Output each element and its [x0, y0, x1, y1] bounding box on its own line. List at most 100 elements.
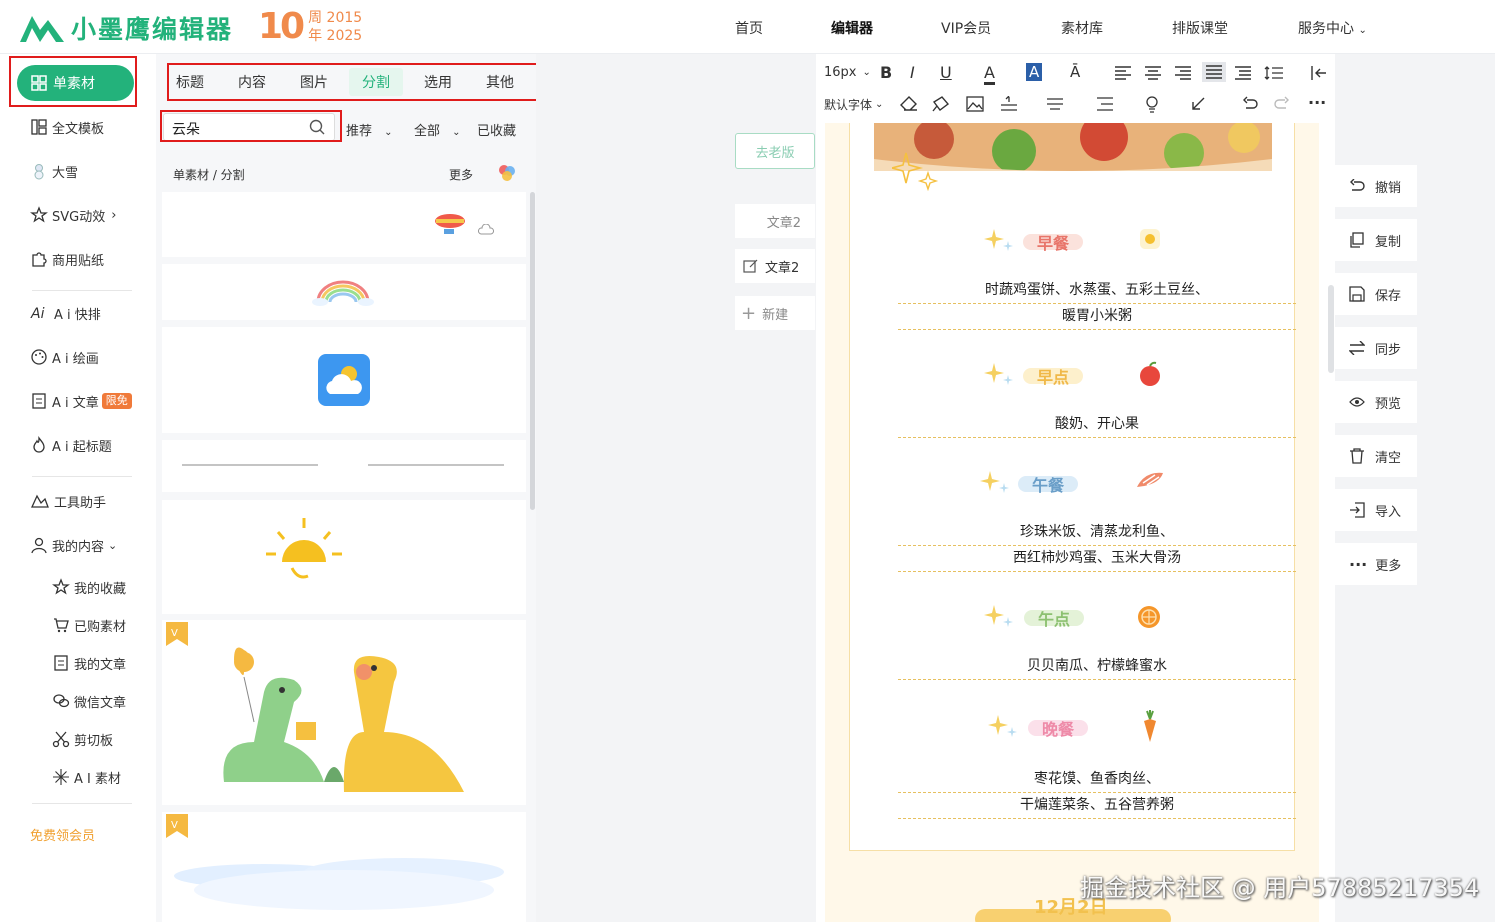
save-button[interactable]: 保存	[1335, 273, 1417, 315]
material-card-airship[interactable]	[162, 192, 526, 257]
undo-icon[interactable]	[1242, 96, 1258, 112]
exit-icon[interactable]	[1310, 64, 1328, 82]
sidebar-item-my-content[interactable]: 我的内容 ⌄	[30, 535, 117, 555]
chevron-down-icon: ⌄	[875, 99, 884, 110]
preview-button[interactable]: 预览	[1335, 381, 1417, 423]
doc-item[interactable]: 文章2	[735, 204, 815, 238]
clear-button[interactable]: 清空	[1335, 435, 1417, 477]
align-right-icon[interactable]	[1174, 66, 1192, 80]
sidebar-item-favorites[interactable]: 我的收藏	[52, 577, 126, 597]
sidebar-item-ai-draw[interactable]: A i 绘画	[30, 347, 99, 367]
italic-icon[interactable]: I	[910, 63, 915, 82]
salmon-icon	[1137, 472, 1163, 487]
sidebar-item-label: A i 起标题	[52, 439, 112, 455]
search-input[interactable]: 云朵	[163, 113, 335, 141]
highlight-color-icon[interactable]: A	[1026, 63, 1043, 81]
align-justify-icon[interactable]	[1202, 62, 1226, 82]
search-icon[interactable]	[308, 118, 326, 136]
sidebar-item-templates[interactable]: 全文模板	[30, 117, 104, 137]
spacing-icon[interactable]	[1000, 96, 1018, 112]
sidebar-item-snow[interactable]: 大雪	[30, 161, 78, 181]
list-icon[interactable]	[1096, 96, 1114, 112]
filter-recommend[interactable]: 推荐 ⌄	[346, 120, 393, 139]
nav-materials[interactable]: 素材库	[1061, 18, 1103, 38]
font-family-select[interactable]: 默认字体 ⌄	[824, 96, 883, 113]
material-card-rainbow[interactable]	[162, 264, 526, 320]
bold-icon[interactable]: B	[880, 63, 892, 82]
sidebar-item-stickers[interactable]: 商用贴纸	[30, 249, 104, 269]
sidebar-item-wechat[interactable]: 微信文章	[52, 691, 126, 711]
sync-icon	[1349, 341, 1365, 355]
material-card-weather[interactable]	[162, 327, 526, 433]
menu-paper: 早餐 时蔬鸡蛋饼、水蒸蛋、五彩土豆丝、 暖胃小米粥 早点 酸奶、开心果 午餐 珍…	[849, 123, 1296, 851]
sync-button[interactable]: 同步	[1335, 327, 1417, 369]
meal-title: 早点	[1036, 368, 1069, 387]
sidebar-item-svg[interactable]: SVG动效 ›	[30, 205, 116, 225]
sidebar-item-ai-layout[interactable]: Ai A i 快排	[30, 303, 101, 323]
nav-courses[interactable]: 排版课堂	[1172, 18, 1228, 38]
doc-item-current[interactable]: 文章2	[735, 249, 815, 283]
filter-favorited[interactable]: 已收藏	[477, 120, 516, 139]
moon-divider-icon	[182, 457, 504, 473]
panel-scrollbar[interactable]	[530, 192, 535, 510]
more-options-icon[interactable]: ···	[1308, 93, 1326, 112]
material-card-clouds[interactable]: V	[162, 812, 526, 922]
more-link[interactable]: 更多	[449, 166, 473, 183]
material-card-moon-divider[interactable]	[162, 440, 526, 492]
underline-icon[interactable]: U	[940, 63, 952, 82]
sidebar-item-clipboard[interactable]: 剪切板	[52, 729, 113, 749]
copy-button[interactable]: 复制	[1335, 219, 1417, 261]
arrow-icon[interactable]	[1190, 96, 1206, 112]
tab-divider[interactable]: 分割	[362, 72, 390, 92]
filter-all[interactable]: 全部 ⌄	[414, 120, 461, 139]
sidebar-item-ai-title[interactable]: A i 起标题	[30, 435, 112, 455]
tab-content[interactable]: 内容	[238, 72, 266, 92]
vip-bookmark-icon: V	[166, 814, 188, 838]
free-vip-link[interactable]: 免费领会员	[30, 825, 95, 844]
align-center-icon[interactable]	[1144, 66, 1162, 80]
save-icon	[1349, 286, 1365, 302]
image-icon[interactable]	[966, 96, 984, 112]
meal-line: 枣花馍、鱼香肉丝、	[898, 768, 1296, 793]
sidebar-item-single-material[interactable]: 单素材	[17, 65, 134, 101]
sidebar-item-ai-material[interactable]: A I 素材	[52, 767, 121, 787]
sidebar-item-purchased[interactable]: 已购素材	[52, 615, 126, 635]
material-card-dinosaur[interactable]: V	[162, 620, 526, 805]
sidebar-item-label: A i 文章	[52, 395, 99, 411]
article-canvas[interactable]: 早餐 时蔬鸡蛋饼、水蒸蛋、五彩土豆丝、 暖胃小米粥 早点 酸奶、开心果 午餐 珍…	[825, 123, 1319, 922]
sidebar-item-ai-article[interactable]: A i 文章 限免	[30, 391, 132, 411]
old-version-button[interactable]: 去老版	[735, 133, 815, 169]
nav-editor[interactable]: 编辑器	[831, 18, 873, 38]
editor-scrollbar[interactable]	[1328, 285, 1334, 373]
sidebar-item-tools[interactable]: 工具助手	[30, 491, 106, 511]
tab-title[interactable]: 标题	[176, 72, 204, 92]
eraser-icon[interactable]	[900, 96, 918, 112]
document-list-area	[536, 54, 816, 922]
line-height-icon[interactable]	[1264, 65, 1284, 81]
sun-icon	[266, 518, 342, 579]
bulb-icon[interactable]	[1144, 95, 1160, 113]
redo-icon[interactable]	[1274, 96, 1290, 112]
tab-selected[interactable]: 选用	[424, 72, 452, 92]
more-button[interactable]: ··· 更多	[1335, 543, 1417, 585]
format-brush-icon[interactable]	[932, 96, 950, 112]
import-button[interactable]: 导入	[1335, 489, 1417, 531]
nav-home[interactable]: 首页	[735, 18, 763, 38]
tab-other[interactable]: 其他	[486, 72, 514, 92]
logo[interactable]: 小墨鹰编辑器	[18, 10, 233, 46]
nav-vip[interactable]: VIP会员	[941, 18, 991, 38]
divider	[32, 476, 132, 477]
material-card-sun[interactable]	[162, 500, 526, 614]
nav-service[interactable]: 服务中心 ⌄	[1298, 18, 1367, 38]
align-left-icon[interactable]	[1114, 66, 1132, 80]
tab-image[interactable]: 图片	[300, 72, 328, 92]
sidebar-item-my-articles[interactable]: 我的文章	[52, 653, 126, 673]
divider-line-icon[interactable]	[1046, 96, 1064, 112]
text-effect-icon[interactable]: Ā	[1070, 63, 1080, 81]
font-color-icon[interactable]: A	[984, 63, 995, 85]
new-doc-button[interactable]: + 新建	[735, 296, 815, 330]
undo-button[interactable]: 撤销	[1335, 165, 1417, 207]
indent-icon[interactable]	[1234, 66, 1252, 80]
color-palette-icon[interactable]	[496, 162, 518, 184]
font-size-select[interactable]: 16px ⌄	[824, 65, 871, 80]
